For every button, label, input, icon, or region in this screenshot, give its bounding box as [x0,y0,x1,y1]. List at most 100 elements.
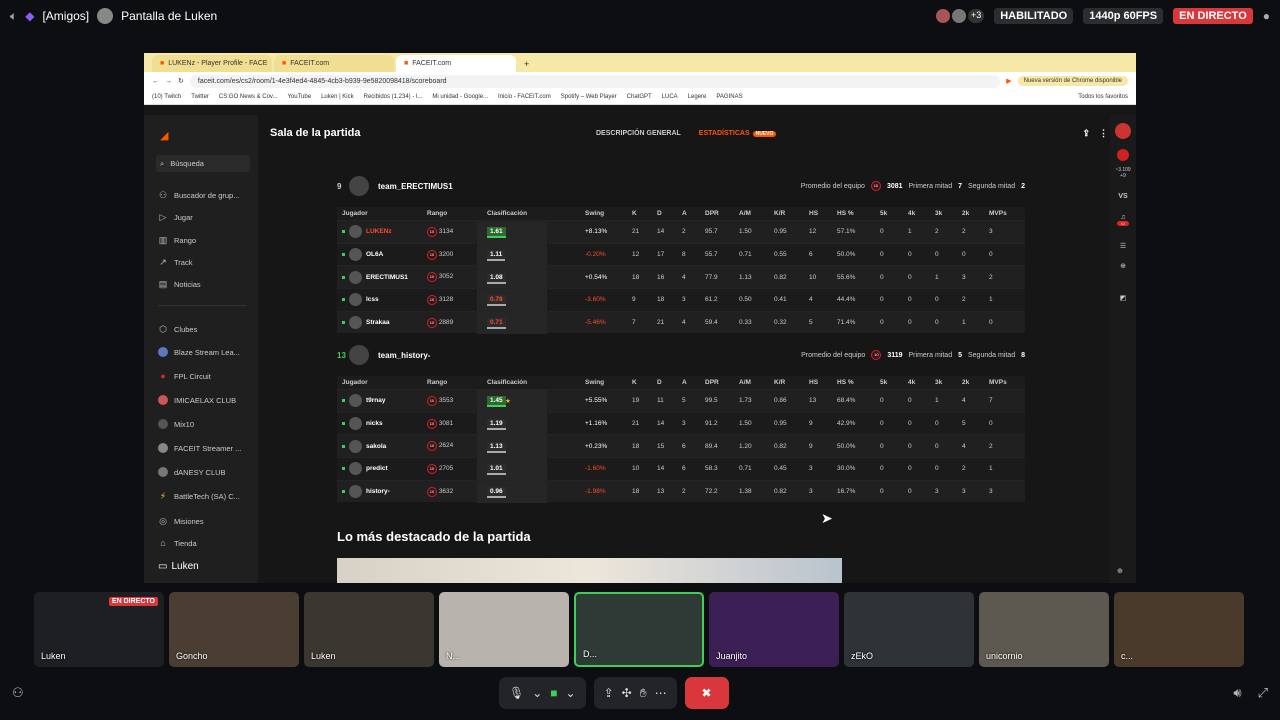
soundboard-icon[interactable]: ✋︎ [640,686,647,701]
volume-icon[interactable]: 🔊︎ [1233,685,1241,701]
zoom-icon[interactable]: ⊕ [1117,567,1123,575]
tab-overview[interactable]: DESCRIPCIÓN GENERAL [596,130,681,137]
table-row[interactable]: ERECTIMUS1 10 3052 1.08 +0.54% 18 16 4 77.9 1.13… [337,265,1025,289]
extension-icon[interactable]: ▶ [1006,77,1011,85]
club-item[interactable]: IMICAELAX CLUB [158,395,236,405]
player-name[interactable]: history- [342,485,390,499]
share-icon[interactable]: ⇪ [1082,128,1090,139]
avatar[interactable] [1115,123,1131,139]
table-row[interactable]: history- 10 3632 0.96 -1.98% 18 13 2 72.2 1.38 0.… [337,479,1025,503]
participant-tile[interactable]: zEkO [844,592,974,667]
friends-icon[interactable]: ☰ [1110,242,1136,250]
participant-tile[interactable]: Luken [304,592,434,667]
bookmark-item[interactable]: Inicio - FACEIT.com [498,94,551,100]
table-row[interactable]: sakola 10 2624 1.13 +0.23% 18 15 6 89.4 1.20 0.82… [337,434,1025,458]
team-name[interactable]: team_ERECTIMUS1 [378,182,453,191]
club-item[interactable]: FACEIT Streamer ... [158,443,241,453]
club-item[interactable]: dANESY CLUB [158,467,226,477]
bookmark-item[interactable]: Mi unidad - Google... [432,94,488,100]
participant-tile[interactable]: Juanjito [709,592,839,667]
bookmark-item[interactable]: (10) Twitch [152,94,181,100]
add-icon[interactable]: ⊕ [1110,262,1136,270]
table-row[interactable]: predict 10 2705 1.01 -1.60% 10 14 6 58.3 0.71 0.4… [337,457,1025,480]
vs-button[interactable]: VS [1110,193,1136,200]
bookmark-item[interactable]: CS:GO News & Cov... [219,94,278,100]
bookmark-item[interactable]: YouTube [287,94,311,100]
more-icon[interactable]: ⋮ [1099,128,1108,139]
bookmark-item[interactable]: Twitter [191,94,209,100]
faceit-logo-icon[interactable]: ◢ [160,129,172,142]
new-tab-button[interactable]: + [518,59,535,72]
bookmark-item[interactable]: Recibidos (1.234) - l... [364,94,423,100]
column-header[interactable]: Clasificación [487,379,527,386]
participant-tile[interactable]: EN DIRECTO Luken [34,592,164,667]
chevron-down-icon[interactable]: ⌄ [532,686,542,700]
player-name[interactable]: lcss [342,293,379,307]
back-icon[interactable]: ← [152,78,159,85]
url-input[interactable]: faceit.com/es/cs2/room/1-4e3f4ed4-4845-4… [189,74,1001,88]
player-name[interactable]: sakola [342,439,386,453]
table-row[interactable]: LUKENz 10 3134 1.61 +8.13% 21 14 2 95.7 1.50 0.95… [337,220,1025,243]
bookmark-item[interactable]: ChatGPT [627,94,652,100]
participant-tile[interactable]: Goncho [169,592,299,667]
fullscreen-icon[interactable]: ⤢ [1258,685,1268,701]
club-item[interactable]: Blaze Stream Lea... [158,347,240,357]
participant-tile[interactable]: c... [1114,592,1244,667]
sidebar-item-missions[interactable]: ◎ Misiones [158,516,204,526]
bookmark-item[interactable]: Legere [688,94,707,100]
sidebar-item-ranking[interactable]: ▥ Rango [158,235,196,245]
player-name[interactable]: LUKENz [342,225,392,239]
player-name[interactable]: predict [342,462,388,476]
tab-statistics[interactable]: ESTADÍSTICAS NUEVO [699,130,777,137]
party-icon[interactable]: ◩ [1110,294,1136,302]
chat-icon[interactable]: ● [1263,9,1270,23]
bookmark-item[interactable]: LUCA [662,94,678,100]
add-people-icon[interactable]: ⚇ [12,685,24,701]
camera-icon[interactable]: ■ [550,686,557,700]
sidebar-item-track[interactable]: ↗ Track [158,257,192,267]
tab-faceit-1[interactable]: ■ FACEIT.com [274,55,394,72]
sidebar-item-party-finder[interactable]: ⚇ Buscador de grup... [158,190,240,200]
club-item[interactable]: ⚡︎ BattleTech (SA) C... [158,491,240,501]
table-row[interactable]: nicks 10 3081 1.19 +1.16% 21 14 3 91.2 1.50 0.95 9… [337,411,1025,435]
sidebar-search[interactable]: ⌕ Búsqueda [156,155,250,172]
column-header[interactable]: Clasificación [487,210,527,217]
club-item[interactable]: ● FPL Circuit [158,371,211,381]
table-row[interactable]: t9rnay 10 3553 1.45 +5.55% 19 11 5 99.5 1.73 0.86… [337,389,1025,412]
highlight-thumbnail[interactable] [337,558,842,583]
speaker-icon[interactable]: 🔈︎ [10,9,17,24]
more-icon[interactable]: ⋯ [655,686,667,700]
player-name[interactable]: ERECTIMUS1 [342,270,408,284]
participant-tile[interactable]: N... [439,592,569,667]
bookmark-item[interactable]: PAGINAS [716,94,742,100]
sidebar-item-clubs[interactable]: ⬡ Clubes [158,324,197,334]
activities-icon[interactable]: ✣ [622,686,632,700]
chrome-update-button[interactable]: Nueva versión de Chrome disponible [1017,76,1128,86]
bookmark-item[interactable]: Luken | Kick [321,94,354,100]
forward-icon[interactable]: → [165,78,172,85]
player-name[interactable]: t9rnay [342,394,386,408]
tab-profile[interactable]: ■ LUKENz - Player Profile - FACE [152,55,272,72]
table-row[interactable]: OL6A 10 3200 1.11 -0.20% 12 17 8 55.7 0.71 0.55 6 5… [337,242,1025,266]
sidebar-item-news[interactable]: ▤ Noticias [158,279,201,289]
club-item[interactable]: Mix10 [158,419,194,429]
player-name[interactable]: Strakaa [342,316,390,330]
mic-icon[interactable]: 🎙︎ [509,686,524,700]
reload-icon[interactable]: ↻ [178,77,184,85]
channel-name[interactable]: [Amigos] [42,9,89,23]
sidebar-item-shop[interactable]: ⌂ Tienda [158,538,196,548]
table-row[interactable]: lcss 10 3128 0.78 -3.60% 9 18 3 61.2 0.50 0.41 4 44… [337,288,1025,311]
table-row[interactable]: Strakaa 10 2889 0.71 -5.46% 7 21 4 59.4 0.33 0.32… [337,310,1025,334]
participant-tile[interactable]: unicornio [979,592,1109,667]
disconnect-button[interactable]: ✖ [684,677,729,709]
tab-faceit-2[interactable]: ■ FACEIT.com [396,55,516,72]
chevron-down-icon[interactable]: ⌄ [566,686,576,700]
bell-icon[interactable]: ♫ [1110,214,1136,221]
bookmark-item[interactable]: Spotify – Web Player [561,94,617,100]
player-name[interactable]: nicks [342,417,383,431]
all-bookmarks[interactable]: Todos los favoritos [1078,94,1128,100]
player-name[interactable]: OL6A [342,248,383,262]
share-screen-icon[interactable]: ⇪ [604,686,614,700]
sidebar-item-play[interactable]: ▷ Jugar [158,212,193,222]
team-name[interactable]: team_history- [378,351,430,360]
